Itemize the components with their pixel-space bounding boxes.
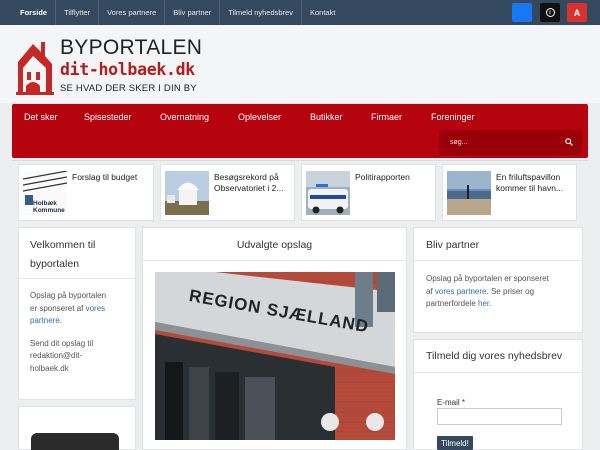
email-field[interactable]: [437, 408, 562, 425]
news-title[interactable]: Politirapporten: [355, 172, 441, 183]
welcome-p2-line3: holbaek.dk: [30, 363, 69, 373]
partner-title: Bliv partner: [426, 239, 480, 251]
main-nav-firmaer[interactable]: Firmaer: [371, 112, 402, 122]
top-nav-tilmeld-nyhedsbrev[interactable]: Tilmeld nyhedsbrev: [220, 0, 302, 25]
a-icon[interactable]: A: [567, 3, 587, 22]
featured-separator: [143, 260, 406, 261]
newsletter-separator: [414, 372, 582, 373]
welcome-p2-line1: Send dit opslag til: [30, 338, 94, 348]
main-nav-oplevelser[interactable]: Oplevelser: [238, 112, 281, 122]
welcome-p1-line3: partnere.: [30, 315, 136, 328]
news-card[interactable]: Besøgsrekord på Observatoriet i 2...: [160, 164, 295, 221]
partner-line3: partnerfordele her.: [426, 298, 578, 311]
welcome-p1-text: er sponseret af: [30, 303, 86, 313]
news-card[interactable]: Politirapporten: [301, 164, 436, 221]
search-input[interactable]: søg...: [439, 130, 582, 155]
top-bar: Forside Tilflytter Vores partnere Bliv p…: [0, 0, 600, 25]
her-link[interactable]: her: [478, 299, 489, 308]
main-nav-overnatning[interactable]: Overnatning: [160, 112, 209, 122]
news-title[interactable]: Besøgsrekord på Observatoriet i 2...: [214, 172, 300, 194]
welcome-p1-line1: Opslag på byportalen: [30, 291, 107, 300]
welcome-p1-end: .: [59, 316, 63, 325]
lower-panel-image[interactable]: [31, 433, 119, 450]
featured-panel: Udvalgte opslag REGION SJÆLLAND: [142, 227, 407, 450]
partner-separator: [414, 260, 582, 261]
instagram-glyph: i: [545, 8, 555, 17]
partner-line3b: .: [489, 299, 492, 308]
partner-line2: af vores partnere. Se priser og: [426, 286, 578, 299]
news-thumb-police[interactable]: [306, 171, 350, 215]
brand-tagline: SE HVAD DER SKER I DIN BY: [60, 83, 197, 94]
welcome-title-line1: Velkommen til: [30, 239, 96, 251]
news-thumb-text: Holbæk Kommune: [33, 200, 65, 214]
newsletter-title: Tilmeld dig vores nyhedsbrev: [426, 350, 563, 362]
main-nav-butikker[interactable]: Butikker: [310, 112, 343, 122]
vores-partnere-link[interactable]: vores partnere: [435, 287, 487, 296]
harbor-thumb-icon: [447, 171, 491, 215]
main-nav-spisesteder[interactable]: Spisesteder: [84, 112, 132, 122]
welcome-text: Opslag på byportalen er sponseret af vor…: [30, 290, 136, 375]
news-title[interactable]: En friluftspavillon kommer til havn...: [496, 172, 582, 194]
subscribe-button[interactable]: Tilmeld!: [437, 436, 473, 450]
news-thumb-pavilion[interactable]: [447, 171, 491, 215]
search-icon[interactable]: [565, 138, 573, 146]
brand-domain[interactable]: dit-holbaek.dk: [60, 60, 195, 79]
welcome-separator: [19, 278, 135, 279]
partner-line3a: partnerfordele: [426, 299, 479, 308]
church-logo-icon[interactable]: [16, 38, 54, 96]
partner-panel: Bliv partner Opslag på byportalen er spo…: [413, 227, 583, 333]
news-card[interactable]: Holbæk Kommune Forslag til budget: [18, 164, 154, 221]
featured-title: Udvalgte opslag: [236, 239, 313, 251]
welcome-title-line2: byportalen: [30, 258, 80, 270]
newsletter-panel: Tilmeld dig vores nyhedsbrev E-mail * Ti…: [413, 339, 583, 450]
partner-text: Opslag på byportalen er sponseret af vor…: [426, 273, 578, 311]
partnere-link[interactable]: partnere: [30, 316, 60, 325]
header-divider: [12, 160, 588, 161]
welcome-p1-line2: er sponseret af vores: [30, 303, 136, 316]
top-nav-tilflytter[interactable]: Tilflytter: [56, 0, 100, 25]
top-nav-bliv-partner[interactable]: Bliv partner: [165, 0, 221, 25]
top-nav: Forside Tilflytter Vores partnere Bliv p…: [12, 0, 343, 25]
instagram-icon[interactable]: i: [540, 3, 560, 22]
brand-title[interactable]: BYPORTALEN: [60, 36, 202, 60]
email-label: E-mail *: [437, 398, 466, 407]
news-card[interactable]: En friluftspavillon kommer til havn...: [442, 164, 577, 221]
main-nav-det-sker[interactable]: Det sker: [24, 112, 58, 122]
top-nav-forside[interactable]: Forside: [12, 0, 57, 25]
welcome-p2-line2: redaktion@dit-: [30, 351, 83, 360]
police-car-thumb-icon: [306, 171, 350, 215]
partner-line1: Opslag på byportalen er sponseret: [426, 274, 549, 283]
welcome-panel: Velkommen til byportalen Opslag på bypor…: [18, 227, 136, 400]
news-title[interactable]: Forslag til budget: [72, 172, 158, 183]
left-lower-panel: [18, 406, 136, 450]
news-thumb-budget[interactable]: Holbæk Kommune: [23, 171, 67, 215]
top-nav-vores-partnere[interactable]: Vores partnere: [99, 0, 166, 25]
observatory-thumb-icon: [165, 171, 209, 215]
facebook-icon[interactable]: [512, 3, 532, 22]
partner-line2b: . Se priser og: [486, 286, 535, 296]
vores-link[interactable]: vores: [86, 304, 106, 313]
top-nav-kontakt[interactable]: Kontakt: [302, 0, 343, 25]
partner-line2a: af: [426, 286, 435, 296]
news-thumb-observatory[interactable]: [165, 171, 209, 215]
main-nav-foreninger[interactable]: Foreninger: [431, 112, 475, 122]
search-placeholder: søg...: [450, 139, 468, 146]
